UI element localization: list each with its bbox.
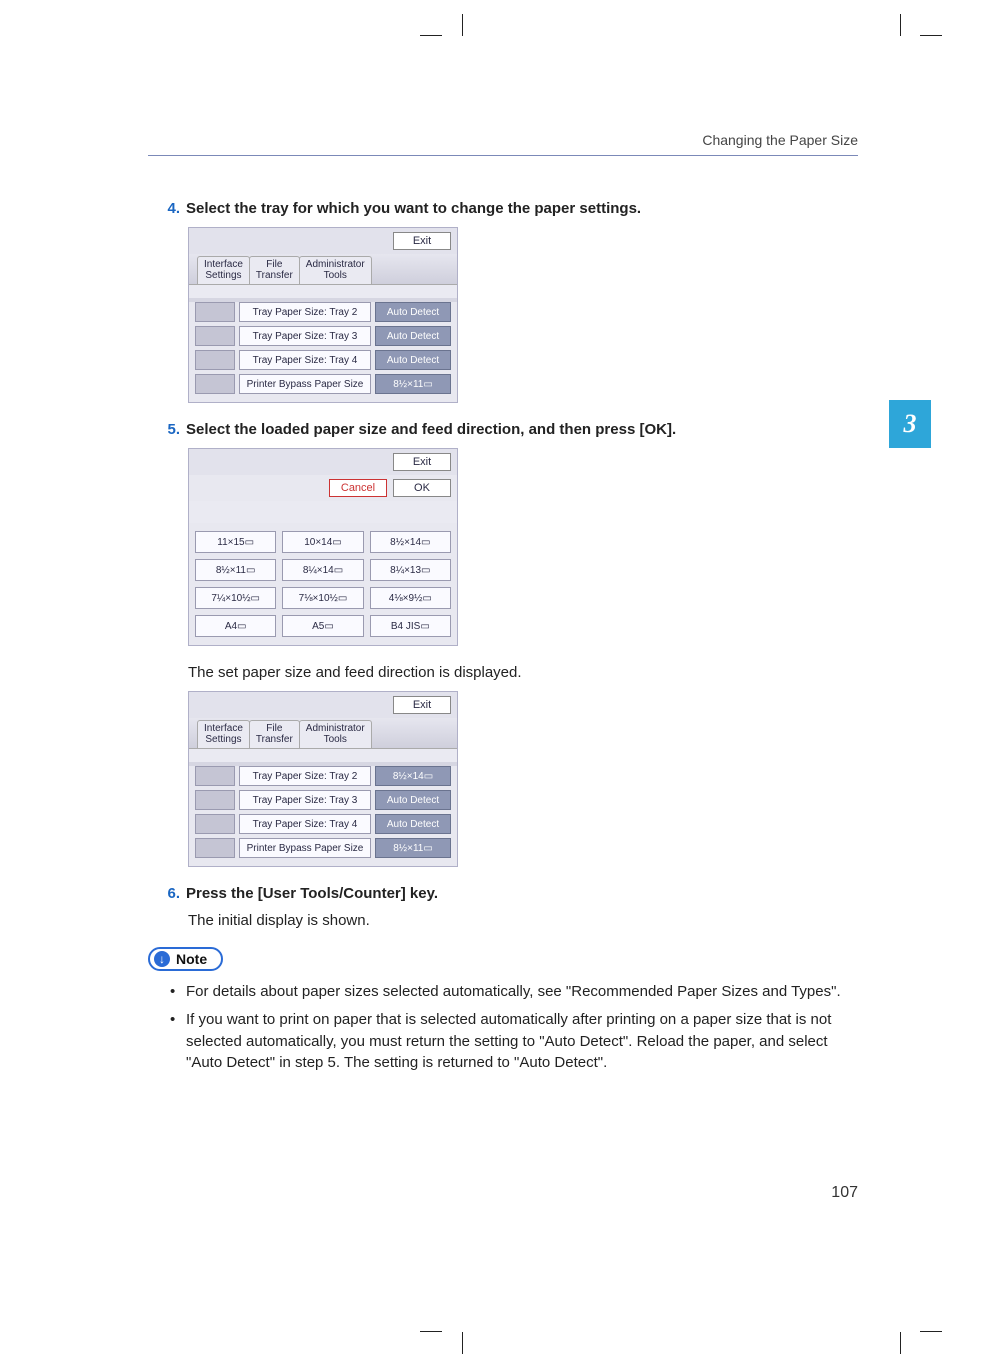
- tray-label[interactable]: Printer Bypass Paper Size: [239, 838, 371, 858]
- row-stub: [195, 838, 235, 858]
- exit-button[interactable]: Exit: [393, 696, 451, 714]
- size-option[interactable]: 7¼×10½▭: [195, 587, 276, 609]
- size-option[interactable]: 8½×14▭: [370, 531, 451, 553]
- ok-button[interactable]: OK: [393, 479, 451, 497]
- tab-interface-settings[interactable]: Interface Settings: [197, 720, 250, 748]
- row-stub: [195, 326, 235, 346]
- list-item: If you want to print on paper that is se…: [170, 1009, 858, 1074]
- body-content: 4. Select the tray for which you want to…: [148, 200, 858, 1232]
- tray-value[interactable]: Auto Detect: [375, 326, 451, 346]
- crop-mark: [462, 14, 463, 36]
- tray-value[interactable]: Auto Detect: [375, 814, 451, 834]
- step-5: 5. Select the loaded paper size and feed…: [148, 421, 858, 867]
- tab-interface-settings[interactable]: Interface Settings: [197, 256, 250, 284]
- row-stub: [195, 374, 235, 394]
- size-option[interactable]: A4▭: [195, 615, 276, 637]
- step-number: 5.: [148, 421, 180, 438]
- tray-value[interactable]: 8½×11▭: [375, 374, 451, 394]
- tray-label[interactable]: Tray Paper Size: Tray 3: [239, 326, 371, 346]
- size-option[interactable]: 7⅛×10½▭: [282, 587, 363, 609]
- step-4: 4. Select the tray for which you want to…: [148, 200, 858, 403]
- step-6: 6. Press the [User Tools/Counter] key. T…: [148, 885, 858, 929]
- crop-mark: [920, 1331, 942, 1332]
- tray-value[interactable]: Auto Detect: [375, 790, 451, 810]
- size-option[interactable]: A5▭: [282, 615, 363, 637]
- chapter-tab: 3: [889, 400, 931, 448]
- cancel-button[interactable]: Cancel: [329, 479, 387, 497]
- tray-label[interactable]: Tray Paper Size: Tray 4: [239, 350, 371, 370]
- size-option[interactable]: B4 JIS▭: [370, 615, 451, 637]
- crop-mark: [462, 1332, 463, 1354]
- tray-label[interactable]: Tray Paper Size: Tray 4: [239, 814, 371, 834]
- crop-mark: [900, 1332, 901, 1354]
- step-number: 6.: [148, 885, 180, 902]
- tab-file-transfer[interactable]: File Transfer: [249, 256, 300, 284]
- down-arrow-icon: ↓: [154, 951, 170, 967]
- page: Changing the Paper Size 3 4. Select the …: [0, 0, 1006, 1372]
- row-stub: [195, 766, 235, 786]
- table-row: Printer Bypass Paper Size 8½×11▭: [195, 838, 451, 858]
- tray-value[interactable]: 8½×14▭: [375, 766, 451, 786]
- size-option[interactable]: 8¼×14▭: [282, 559, 363, 581]
- tray-value[interactable]: 8½×11▭: [375, 838, 451, 858]
- row-stub: [195, 350, 235, 370]
- list-item: For details about paper sizes selected a…: [170, 981, 858, 1003]
- exit-button[interactable]: Exit: [393, 453, 451, 471]
- table-row: Tray Paper Size: Tray 2 Auto Detect: [195, 302, 451, 322]
- size-option[interactable]: 11×15▭: [195, 531, 276, 553]
- tray-list: Tray Paper Size: Tray 2 Auto Detect Tray…: [189, 302, 457, 402]
- tray-label[interactable]: Printer Bypass Paper Size: [239, 374, 371, 394]
- tray-label[interactable]: Tray Paper Size: Tray 2: [239, 302, 371, 322]
- table-row: Tray Paper Size: Tray 4 Auto Detect: [195, 814, 451, 834]
- table-row: Printer Bypass Paper Size 8½×11▭: [195, 374, 451, 394]
- exit-button[interactable]: Exit: [393, 232, 451, 250]
- page-number: 107: [831, 1184, 858, 1202]
- settings-tabs: Interface Settings File Transfer Adminis…: [189, 254, 457, 284]
- crop-mark: [420, 35, 442, 36]
- crop-mark: [900, 14, 901, 36]
- tab-administrator-tools[interactable]: Administrator Tools: [299, 720, 372, 748]
- note-badge: ↓ Note: [148, 947, 223, 971]
- note-list: For details about paper sizes selected a…: [170, 981, 858, 1074]
- size-option[interactable]: 8¼×13▭: [370, 559, 451, 581]
- paper-size-grid: 11×15▭ 10×14▭ 8½×14▭ 8½×11▭ 8¼×14▭ 8¼×13…: [195, 531, 451, 637]
- settings-tabs: Interface Settings File Transfer Adminis…: [189, 718, 457, 748]
- step-number: 4.: [148, 200, 180, 217]
- step-subtext: The initial display is shown.: [188, 912, 858, 929]
- tray-value[interactable]: Auto Detect: [375, 302, 451, 322]
- tray-value[interactable]: Auto Detect: [375, 350, 451, 370]
- screenshot-paper-size-picker: Exit Cancel OK 11×15▭ 10×14▭ 8½×14▭ 8½×1…: [188, 448, 458, 646]
- note-label: Note: [176, 951, 207, 967]
- step-text: Select the tray for which you want to ch…: [186, 200, 858, 217]
- header-rule: [148, 155, 858, 156]
- table-row: Tray Paper Size: Tray 3 Auto Detect: [195, 326, 451, 346]
- row-stub: [195, 814, 235, 834]
- tab-file-transfer[interactable]: File Transfer: [249, 720, 300, 748]
- screenshot-tray-settings: Exit Interface Settings File Transfer Ad…: [188, 227, 458, 403]
- tray-label[interactable]: Tray Paper Size: Tray 2: [239, 766, 371, 786]
- row-stub: [195, 302, 235, 322]
- table-row: Tray Paper Size: Tray 2 8½×14▭: [195, 766, 451, 786]
- step-text: Select the loaded paper size and feed di…: [186, 421, 858, 438]
- size-option[interactable]: 8½×11▭: [195, 559, 276, 581]
- crop-mark: [920, 35, 942, 36]
- size-option[interactable]: 4⅛×9½▭: [370, 587, 451, 609]
- step-text: Press the [User Tools/Counter] key.: [186, 885, 858, 902]
- row-stub: [195, 790, 235, 810]
- size-option[interactable]: 10×14▭: [282, 531, 363, 553]
- crop-mark: [420, 1331, 442, 1332]
- table-row: Tray Paper Size: Tray 4 Auto Detect: [195, 350, 451, 370]
- table-row: Tray Paper Size: Tray 3 Auto Detect: [195, 790, 451, 810]
- screenshot-tray-settings-after: Exit Interface Settings File Transfer Ad…: [188, 691, 458, 867]
- running-header: Changing the Paper Size: [702, 132, 858, 148]
- tray-list: Tray Paper Size: Tray 2 8½×14▭ Tray Pape…: [189, 766, 457, 866]
- step-subtext: The set paper size and feed direction is…: [188, 664, 858, 681]
- tab-administrator-tools[interactable]: Administrator Tools: [299, 256, 372, 284]
- tray-label[interactable]: Tray Paper Size: Tray 3: [239, 790, 371, 810]
